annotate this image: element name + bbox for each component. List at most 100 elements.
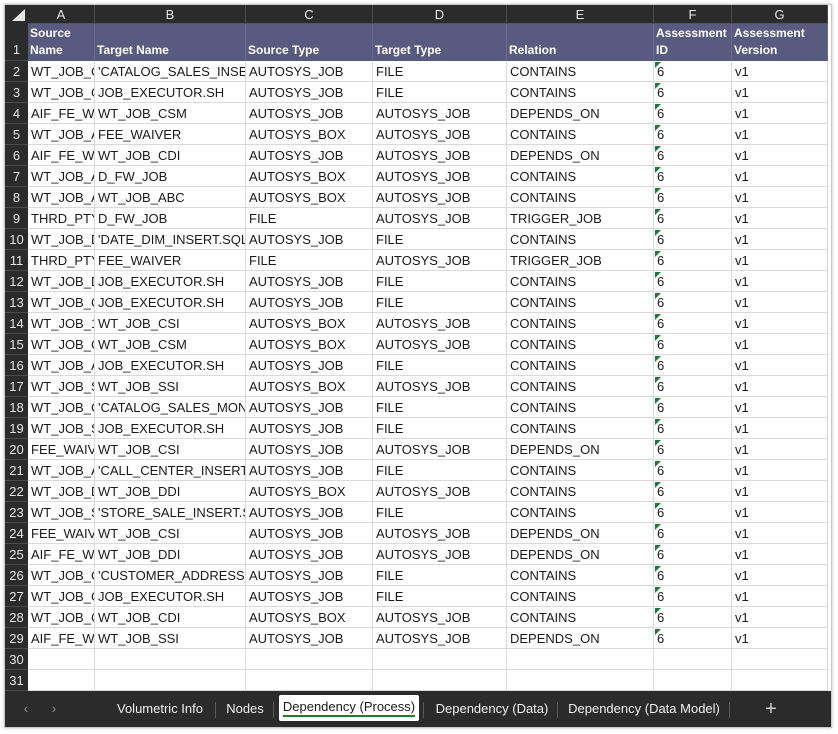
table-cell[interactable]: 6 bbox=[654, 208, 732, 229]
row-header[interactable]: 15 bbox=[5, 334, 28, 355]
table-cell[interactable]: WT_JOB_D bbox=[28, 481, 95, 502]
table-cell[interactable]: 6 bbox=[654, 103, 732, 124]
table-cell[interactable]: TRIGGER_JOB bbox=[507, 208, 654, 229]
table-cell[interactable]: JOB_EXECUTOR.SH bbox=[95, 82, 246, 103]
table-cell[interactable]: AUTOSYS_JOB bbox=[373, 208, 507, 229]
table-cell[interactable]: JOB_EXECUTOR.SH bbox=[95, 355, 246, 376]
next-sheet-icon[interactable]: › bbox=[47, 699, 61, 717]
table-cell[interactable]: THRD_PTY bbox=[28, 208, 95, 229]
table-cell[interactable]: WT_JOB_C bbox=[28, 292, 95, 313]
table-cell[interactable]: WT_JOB_S bbox=[28, 376, 95, 397]
table-cell[interactable]: AUTOSYS_JOB bbox=[373, 187, 507, 208]
table-cell[interactable]: AUTOSYS_JOB bbox=[373, 607, 507, 628]
table-cell[interactable]: FEE_WAIV bbox=[28, 523, 95, 544]
select-all-corner[interactable] bbox=[5, 5, 29, 25]
empty-cell[interactable] bbox=[95, 649, 246, 670]
table-cell[interactable]: v1 bbox=[732, 61, 828, 82]
table-cell[interactable]: WT_JOB_C bbox=[28, 61, 95, 82]
row-header[interactable]: 4 bbox=[5, 103, 28, 124]
table-cell[interactable]: AUTOSYS_JOB bbox=[246, 103, 373, 124]
table-cell[interactable]: AUTOSYS_JOB bbox=[246, 355, 373, 376]
table-cell[interactable]: DEPENDS_ON bbox=[507, 544, 654, 565]
table-cell[interactable]: 6 bbox=[654, 586, 732, 607]
table-cell[interactable]: WT_JOB_A bbox=[28, 355, 95, 376]
row-header[interactable]: 3 bbox=[5, 82, 28, 103]
row-header[interactable]: 10 bbox=[5, 229, 28, 250]
table-cell[interactable]: v1 bbox=[732, 397, 828, 418]
table-cell[interactable]: v1 bbox=[732, 208, 828, 229]
table-cell[interactable]: 'CUSTOMER_ADDRESS_ bbox=[95, 565, 246, 586]
row-header[interactable]: 22 bbox=[5, 481, 28, 502]
add-sheet-icon[interactable]: + bbox=[761, 697, 781, 721]
table-cell[interactable]: WT_JOB_A bbox=[28, 187, 95, 208]
table-cell[interactable]: AUTOSYS_JOB bbox=[246, 439, 373, 460]
table-cell[interactable]: WT_JOB_CDI bbox=[95, 145, 246, 166]
table-cell[interactable]: AUTOSYS_JOB bbox=[246, 145, 373, 166]
table-cell[interactable]: 6 bbox=[654, 313, 732, 334]
table-cell[interactable]: v1 bbox=[732, 376, 828, 397]
table-cell[interactable]: AUTOSYS_JOB bbox=[246, 544, 373, 565]
table-cell[interactable]: AUTOSYS_JOB bbox=[373, 628, 507, 649]
row-header[interactable]: 12 bbox=[5, 271, 28, 292]
table-cell[interactable]: AUTOSYS_JOB bbox=[246, 271, 373, 292]
table-cell[interactable]: FILE bbox=[373, 82, 507, 103]
table-cell[interactable]: 6 bbox=[654, 418, 732, 439]
row-header[interactable]: 31 bbox=[5, 670, 28, 691]
table-cell[interactable]: AUTOSYS_BOX bbox=[246, 334, 373, 355]
table-cell[interactable]: AUTOSYS_JOB bbox=[373, 376, 507, 397]
table-cell[interactable]: AUTOSYS_JOB bbox=[246, 628, 373, 649]
empty-cell[interactable] bbox=[28, 649, 95, 670]
row-header[interactable]: 26 bbox=[5, 565, 28, 586]
empty-cell[interactable] bbox=[373, 649, 507, 670]
table-cell[interactable]: v1 bbox=[732, 523, 828, 544]
table-cell[interactable]: FILE bbox=[373, 418, 507, 439]
empty-cell[interactable] bbox=[95, 670, 246, 691]
empty-cell[interactable] bbox=[732, 649, 828, 670]
table-cell[interactable]: AUTOSYS_BOX bbox=[246, 313, 373, 334]
table-cell[interactable]: WT_JOB_A bbox=[28, 460, 95, 481]
table-cell[interactable]: v1 bbox=[732, 460, 828, 481]
table-cell[interactable]: 6 bbox=[654, 376, 732, 397]
table-cell[interactable]: v1 bbox=[732, 292, 828, 313]
table-cell[interactable]: AUTOSYS_JOB bbox=[246, 61, 373, 82]
table-cell[interactable]: CONTAINS bbox=[507, 565, 654, 586]
table-cell[interactable]: CONTAINS bbox=[507, 607, 654, 628]
table-cell[interactable]: DEPENDS_ON bbox=[507, 145, 654, 166]
table-cell[interactable]: FILE bbox=[373, 565, 507, 586]
table-cell[interactable]: AUTOSYS_JOB bbox=[246, 82, 373, 103]
table-cell[interactable]: WT_JOB_CSI bbox=[95, 313, 246, 334]
table-cell[interactable]: AUTOSYS_JOB bbox=[373, 166, 507, 187]
table-cell[interactable]: CONTAINS bbox=[507, 355, 654, 376]
table-cell[interactable]: D_FW_JOB bbox=[95, 166, 246, 187]
table-cell[interactable]: CONTAINS bbox=[507, 82, 654, 103]
table-cell[interactable]: AUTOSYS_BOX bbox=[246, 124, 373, 145]
table-cell[interactable]: AUTOSYS_JOB bbox=[246, 460, 373, 481]
table-cell[interactable]: AUTOSYS_JOB bbox=[246, 418, 373, 439]
sheet-tab[interactable]: Dependency (Data) bbox=[429, 697, 555, 721]
table-cell[interactable]: 6 bbox=[654, 145, 732, 166]
row-header[interactable]: 28 bbox=[5, 607, 28, 628]
table-cell[interactable]: AIF_FE_W/ bbox=[28, 544, 95, 565]
table-cell[interactable]: 6 bbox=[654, 544, 732, 565]
table-cell[interactable]: v1 bbox=[732, 82, 828, 103]
row-header[interactable]: 8 bbox=[5, 187, 28, 208]
table-cell[interactable]: v1 bbox=[732, 229, 828, 250]
table-cell[interactable]: WT_JOB_CSM bbox=[95, 103, 246, 124]
column-header-e[interactable]: E bbox=[507, 5, 654, 24]
table-cell[interactable]: 'CATALOG_SALES_MON bbox=[95, 397, 246, 418]
empty-cell[interactable] bbox=[507, 649, 654, 670]
table-cell[interactable]: WT_JOB_A bbox=[28, 124, 95, 145]
table-cell[interactable]: FILE bbox=[373, 586, 507, 607]
table-cell[interactable]: WT_JOB_C bbox=[28, 565, 95, 586]
row-header[interactable]: 18 bbox=[5, 397, 28, 418]
table-cell[interactable]: v1 bbox=[732, 355, 828, 376]
table-cell[interactable]: CONTAINS bbox=[507, 271, 654, 292]
table-cell[interactable]: AUTOSYS_JOB bbox=[246, 397, 373, 418]
table-cell[interactable]: 6 bbox=[654, 187, 732, 208]
table-cell[interactable]: AUTOSYS_JOB bbox=[246, 586, 373, 607]
table-cell[interactable]: WT_JOB_DDI bbox=[95, 481, 246, 502]
row-header[interactable]: 16 bbox=[5, 355, 28, 376]
row-header[interactable]: 21 bbox=[5, 460, 28, 481]
table-cell[interactable]: WT_JOB_C bbox=[28, 397, 95, 418]
table-cell[interactable]: AUTOSYS_BOX bbox=[246, 481, 373, 502]
